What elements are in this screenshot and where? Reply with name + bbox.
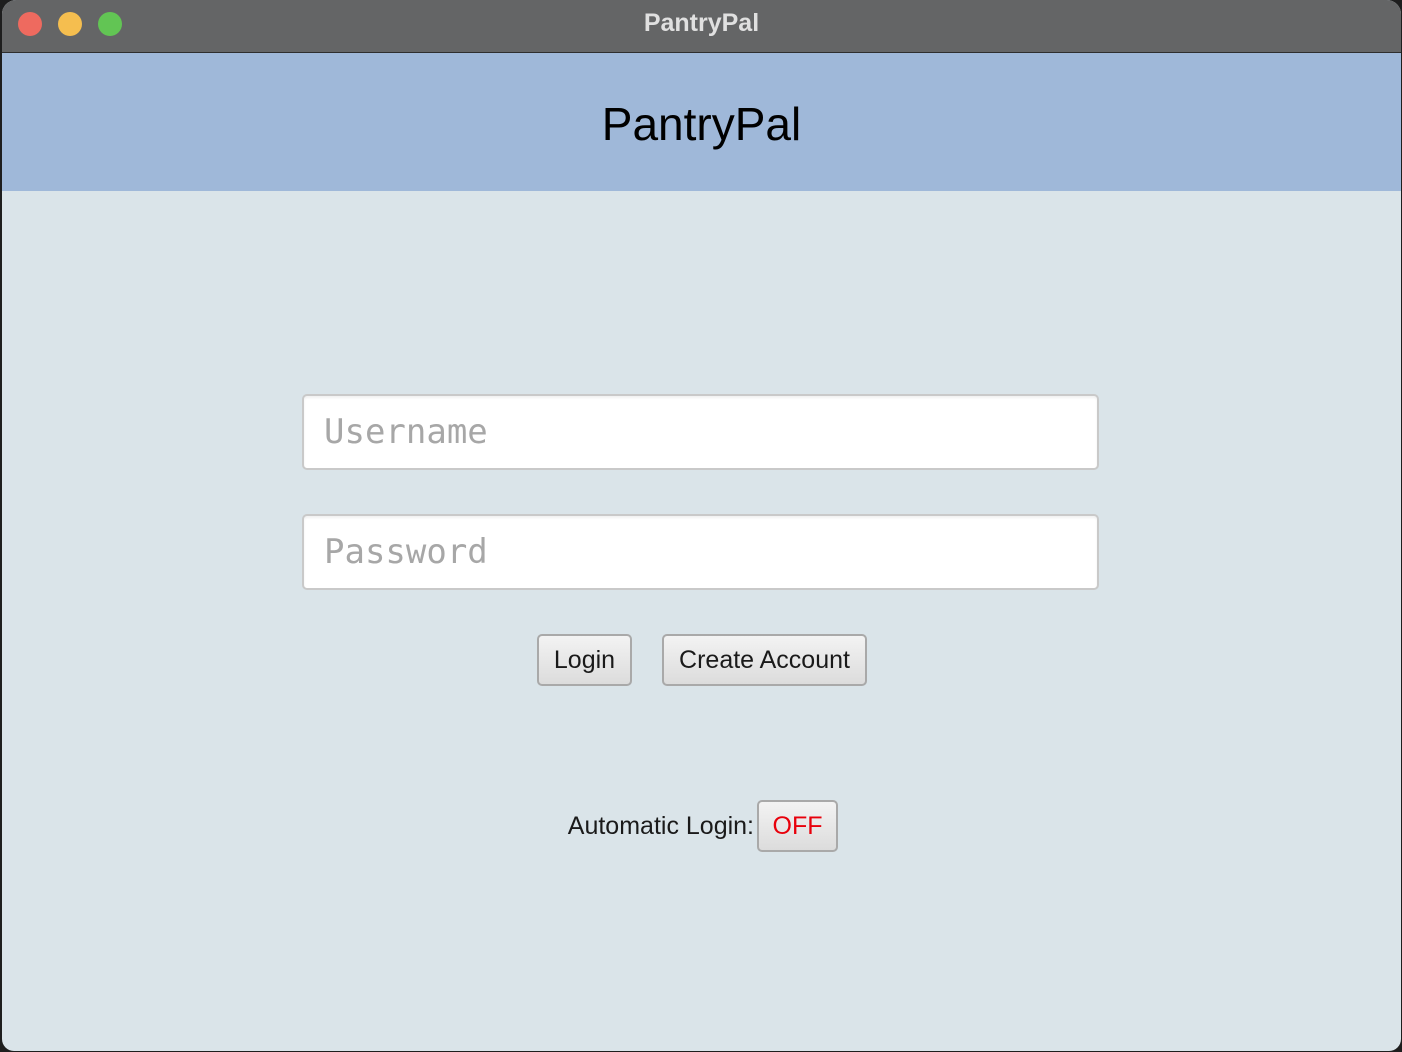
password-input[interactable]: [302, 514, 1099, 590]
title-bar[interactable]: PantryPal: [2, 0, 1401, 53]
username-input[interactable]: [302, 394, 1099, 470]
app-window: PantryPal PantryPal Login Create Account…: [2, 0, 1401, 1051]
app-header: PantryPal: [2, 53, 1401, 191]
create-account-button[interactable]: Create Account: [662, 634, 867, 686]
automatic-login-toggle[interactable]: OFF: [757, 800, 838, 852]
login-button[interactable]: Login: [537, 634, 632, 686]
page-title: PantryPal: [601, 98, 802, 150]
window-title: PantryPal: [643, 9, 760, 37]
automatic-login-label: Automatic Login:: [567, 812, 754, 840]
